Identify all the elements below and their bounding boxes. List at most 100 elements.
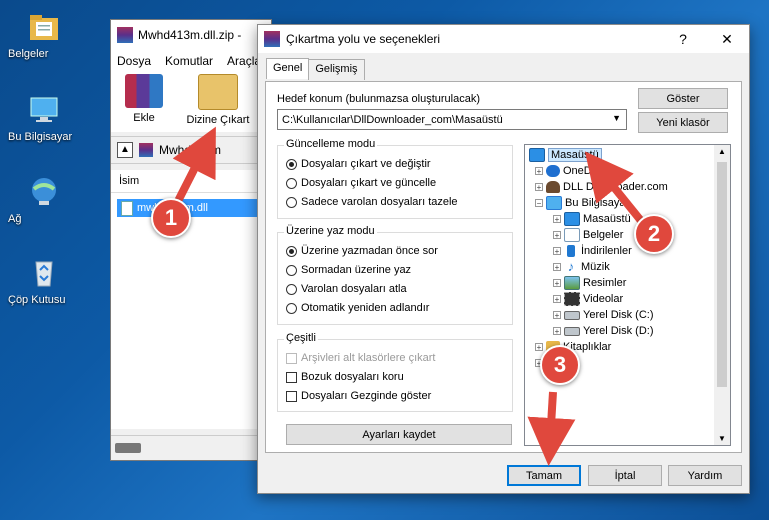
add-button-label: Ekle <box>133 112 155 124</box>
tree-node-disk-d[interactable]: + Yerel Disk (D:) <box>553 323 654 339</box>
tree-node-pc-desktop[interactable]: + Masaüstü <box>553 211 631 227</box>
column-header-name[interactable]: İsim <box>111 170 271 193</box>
tab-advanced[interactable]: Gelişmiş <box>308 59 365 80</box>
option-label: Dosyaları çıkart ve değiştir <box>301 158 431 170</box>
close-button[interactable]: ✕ <box>705 25 749 53</box>
tab-general[interactable]: Genel <box>266 58 310 79</box>
expand-icon[interactable]: + <box>553 215 561 224</box>
destination-path-combobox[interactable]: C:\Kullanıcılar\DllDownloader_com\Masaüs… <box>277 109 627 130</box>
scrollbar-thumb[interactable] <box>717 162 727 387</box>
drive-icon <box>564 310 580 320</box>
dialog-title-bar[interactable]: Çıkartma yolu ve seçenekleri ? ✕ <box>258 25 749 53</box>
radio-button[interactable] <box>286 302 297 314</box>
winrar-address: Mwhd413m <box>159 143 222 157</box>
expand-icon[interactable]: + <box>553 279 561 288</box>
computer-icon <box>546 196 562 210</box>
ok-button[interactable]: Tamam <box>507 465 581 486</box>
misc-group: Çeşitli Arşivleri alt klasörlere çıkart … <box>277 332 513 412</box>
update-option-freshen[interactable]: Sadece varolan dosyaları tazele <box>286 196 458 208</box>
pictures-icon <box>564 276 580 290</box>
radio-button[interactable] <box>286 264 297 276</box>
show-button[interactable]: Göster <box>638 88 728 109</box>
tree-node-disk-c[interactable]: + Yerel Disk (C:) <box>553 307 654 323</box>
videos-icon <box>564 292 580 306</box>
chevron-down-icon[interactable]: ▼ <box>612 113 621 123</box>
tree-scrollbar[interactable]: ▲ ▼ <box>714 145 730 445</box>
collapse-icon[interactable]: − <box>535 199 543 208</box>
winrar-app-icon <box>117 27 133 43</box>
desktop-icon-recycle-bin[interactable]: Çöp Kutusu <box>8 256 80 306</box>
expand-icon[interactable]: + <box>553 295 561 304</box>
tree-node-videos[interactable]: + Videolar <box>553 291 623 307</box>
menu-item-commands[interactable]: Komutlar <box>165 54 213 68</box>
radio-button[interactable] <box>286 177 297 189</box>
help-button[interactable]: Yardım <box>668 465 742 486</box>
tree-node-label: Yerel Disk (D:) <box>583 325 654 337</box>
tree-node-label: OneDrive <box>563 165 610 177</box>
misc-option-show-in-explorer[interactable]: Dosyaları Gezginde göster <box>286 390 431 402</box>
tree-node-label: Videolar <box>583 293 624 305</box>
desktop-icon-network[interactable]: Ağ <box>8 175 80 225</box>
update-option-extract-replace[interactable]: Dosyaları çıkart ve değiştir <box>286 158 431 170</box>
user-icon <box>546 181 560 193</box>
desktop-icon-this-pc[interactable]: Bu Bilgisayar <box>8 93 80 143</box>
tree-node-onedrive[interactable]: + OneDrive <box>535 163 609 179</box>
annotation-badge-2: 2 <box>634 214 674 254</box>
winrar-menu-bar: Dosya Komutlar Araçla <box>111 50 271 72</box>
tree-node-desktop[interactable]: Masaüstü <box>529 147 602 163</box>
overwrite-option-overwrite[interactable]: Sormadan üzerine yaz <box>286 264 411 276</box>
tree-node-user[interactable]: + DLL Downloader.com <box>535 179 668 195</box>
expand-icon[interactable]: + <box>553 263 561 272</box>
radio-button[interactable] <box>286 245 297 257</box>
cloud-icon <box>546 165 560 177</box>
expand-icon[interactable]: + <box>535 167 543 176</box>
expand-icon[interactable]: + <box>553 327 561 336</box>
extract-to-button[interactable]: Dizine Çıkart <box>183 72 253 132</box>
expand-icon[interactable]: + <box>553 247 561 256</box>
tree-node-this-pc[interactable]: − Bu Bilgisayar <box>535 195 629 211</box>
checkbox[interactable] <box>286 390 297 402</box>
music-icon: ♪ <box>567 259 575 274</box>
scroll-up-icon[interactable]: ▲ <box>718 147 726 156</box>
extract-to-button-label: Dizine Çıkart <box>186 114 250 126</box>
add-button[interactable]: Ekle <box>119 72 169 132</box>
tree-node-label: Masaüstü <box>548 148 602 162</box>
radio-button[interactable] <box>286 196 297 208</box>
cancel-button[interactable]: İptal <box>588 465 662 486</box>
destination-label: Hedef konum (bulunmazsa oluşturulacak) <box>277 93 480 105</box>
radio-button[interactable] <box>286 283 297 295</box>
file-list: mwhd413m.dll <box>111 193 271 429</box>
up-folder-icon[interactable]: ▲ <box>117 142 133 158</box>
misc-option-keep-broken[interactable]: Bozuk dosyaları koru <box>286 371 404 383</box>
desktop-icon-label: Bu Bilgisayar <box>8 131 73 143</box>
option-label: Otomatik yeniden adlandır <box>301 302 430 314</box>
menu-item-file[interactable]: Dosya <box>117 54 151 68</box>
expand-icon[interactable]: + <box>535 343 543 352</box>
desktop-icon-documents[interactable]: Belgeler <box>8 10 80 60</box>
tree-node-pictures[interactable]: + Resimler <box>553 275 626 291</box>
tree-node-documents[interactable]: + Belgeler <box>553 227 623 243</box>
save-settings-button[interactable]: Ayarları kaydet <box>286 424 512 445</box>
winrar-title-bar[interactable]: Mwhd413m.dll.zip - <box>111 20 271 50</box>
winrar-window: Mwhd413m.dll.zip - Dosya Komutlar Araçla… <box>110 19 272 461</box>
tree-node-label: Müzik <box>581 261 610 273</box>
expand-icon[interactable]: + <box>553 231 561 240</box>
tree-node-music[interactable]: + ♪ Müzik <box>553 259 610 275</box>
scroll-down-icon[interactable]: ▼ <box>718 434 726 443</box>
annotation-badge-1: 1 <box>151 198 191 238</box>
checkbox[interactable] <box>286 371 297 383</box>
menu-item-tools[interactable]: Araçla <box>227 54 261 68</box>
help-title-button[interactable]: ? <box>661 25 705 53</box>
new-folder-button[interactable]: Yeni klasör <box>638 112 728 133</box>
overwrite-option-rename[interactable]: Otomatik yeniden adlandır <box>286 302 429 314</box>
network-icon <box>27 175 61 209</box>
expand-icon[interactable]: + <box>553 311 561 320</box>
overwrite-option-skip[interactable]: Varolan dosyaları atla <box>286 283 407 295</box>
computer-icon <box>27 93 61 127</box>
update-option-extract-update[interactable]: Dosyaları çıkart ve güncelle <box>286 177 436 189</box>
folder-tree[interactable]: Masaüstü + OneDrive + DLL Downloader.com… <box>524 144 731 446</box>
radio-button[interactable] <box>286 158 297 170</box>
tree-node-downloads[interactable]: + İndirilenler <box>553 243 632 259</box>
overwrite-option-ask[interactable]: Üzerine yazmadan önce sor <box>286 245 438 257</box>
expand-icon[interactable]: + <box>535 183 543 192</box>
